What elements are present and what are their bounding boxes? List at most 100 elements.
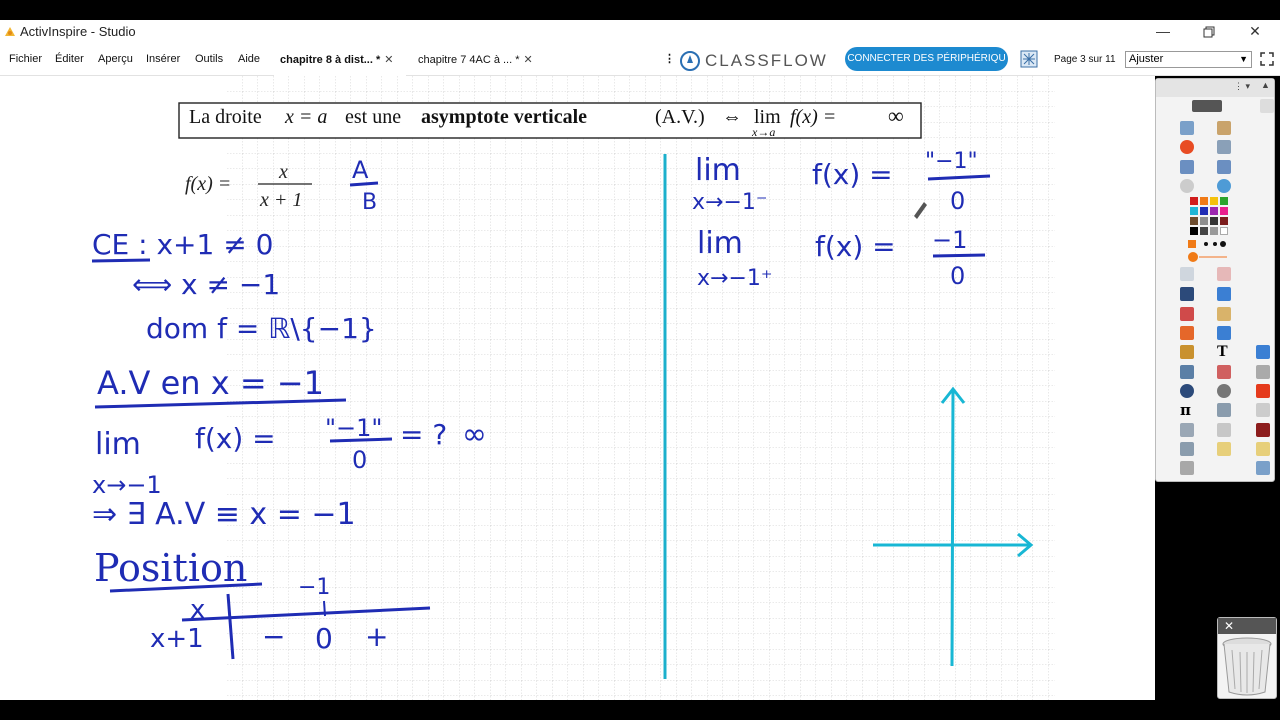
ruler-icon[interactable] [1217, 423, 1231, 437]
color-swatch[interactable] [1190, 207, 1198, 215]
color-swatch[interactable] [1200, 217, 1208, 225]
edit-icon[interactable] [1256, 442, 1270, 456]
def-iff: ⇔ [722, 106, 742, 128]
toolbox-scroll-up-icon[interactable]: ▲ [1261, 80, 1270, 90]
color-swatch[interactable] [1220, 197, 1228, 205]
width-slider-track[interactable] [1199, 256, 1227, 258]
func-num: x [278, 161, 288, 183]
calculator-icon[interactable] [1180, 461, 1194, 475]
flipchart-canvas[interactable]: La droite x = a est une asymptote vertic… [0, 76, 1155, 700]
delete-icon[interactable] [1256, 384, 1270, 398]
flipchart-icon[interactable] [1217, 140, 1231, 154]
hw-tbl-plus: + [365, 620, 388, 653]
toolbox-menu-icon[interactable]: ⋮ ▾ [1234, 81, 1250, 92]
text-box-icon[interactable] [1180, 345, 1194, 359]
pen-width-medium[interactable] [1213, 242, 1217, 246]
color-swatch[interactable] [1220, 217, 1228, 225]
color-swatch[interactable] [1190, 227, 1198, 235]
color-swatch[interactable] [1210, 197, 1218, 205]
color-swatch[interactable] [1190, 217, 1198, 225]
record-icon[interactable] [1180, 140, 1194, 154]
notepad-icon[interactable] [1217, 442, 1231, 456]
camera-icon[interactable] [1180, 423, 1194, 437]
connector-icon[interactable] [1217, 326, 1231, 340]
side-tool-clipboard-icon[interactable] [1256, 345, 1270, 359]
hw-right-sub2: x→−1⁺ [697, 266, 773, 291]
pen-width-swatch[interactable] [1188, 240, 1196, 248]
clock-icon[interactable] [1180, 179, 1194, 193]
tab-chapitre-7[interactable]: chapitre 7 4AC à ... * ✕ [412, 49, 542, 76]
trash-close-icon[interactable]: ✕ [1218, 618, 1276, 634]
side-tool-file-icon[interactable] [1256, 403, 1270, 417]
trash-bin-icon[interactable] [1218, 634, 1276, 698]
close-icon[interactable]: ✕ [1232, 20, 1278, 44]
fullscreen-icon[interactable] [1260, 52, 1274, 66]
select-cursor-icon[interactable] [1180, 267, 1194, 281]
trash-panel[interactable]: ✕ [1217, 617, 1277, 699]
grid-settings-icon[interactable] [1020, 50, 1038, 68]
magic-ink-icon[interactable] [1217, 267, 1231, 281]
zoom-select[interactable]: Ajuster ▼ [1125, 51, 1252, 68]
save-icon[interactable] [1256, 423, 1270, 437]
page-indicator: Page 3 sur 11 [1054, 54, 1116, 65]
hw-tbl-minus: − [262, 620, 285, 653]
menu-outils[interactable]: Outils [195, 53, 223, 65]
color-swatch[interactable] [1190, 197, 1198, 205]
tab-chapitre-8[interactable]: chapitre 8 à dist... * ✕ [274, 49, 406, 76]
compass-icon[interactable] [1180, 442, 1194, 456]
hw-sub: x→−1 [92, 471, 162, 499]
menu-apercu[interactable]: Aperçu [98, 53, 133, 65]
redo-icon[interactable] [1217, 384, 1231, 398]
menu-editer[interactable]: Éditer [55, 53, 84, 65]
color-swatch[interactable] [1200, 197, 1208, 205]
tab-close-icon[interactable]: ✕ [384, 54, 393, 66]
menu-fichier[interactable]: Fichier [9, 53, 42, 65]
reveal-icon[interactable] [1180, 365, 1194, 379]
tab-close-icon[interactable]: ✕ [524, 54, 533, 66]
pen-width-large[interactable] [1220, 241, 1226, 247]
def-rhs: f(x) = [790, 106, 836, 128]
pen-icon[interactable] [1180, 287, 1194, 301]
color-swatch[interactable] [1220, 207, 1228, 215]
hw-inf: ∞ [462, 417, 487, 452]
color-swatch[interactable] [1200, 227, 1208, 235]
color-swatch[interactable] [1210, 207, 1218, 215]
grid-tool-icon[interactable] [1217, 403, 1231, 417]
hw-right-num2: −1 [932, 226, 967, 254]
menu-aide[interactable]: Aide [238, 53, 260, 65]
shape-icon[interactable] [1180, 326, 1194, 340]
width-slider-handle[interactable] [1188, 252, 1198, 262]
side-tool-page-icon[interactable] [1256, 365, 1270, 379]
menu-inserer[interactable]: Insérer [146, 53, 180, 65]
color-swatch[interactable] [1210, 217, 1218, 225]
toolbox-dock-button[interactable] [1192, 100, 1222, 112]
prev-page-icon[interactable] [1180, 160, 1194, 174]
next-page-icon[interactable] [1217, 160, 1231, 174]
color-swatch[interactable] [1220, 227, 1228, 235]
hw-fx: f(x) = [195, 422, 276, 455]
hw-b: B [362, 190, 377, 215]
eraser-icon[interactable] [1180, 307, 1194, 321]
restore-icon[interactable] [1186, 20, 1232, 44]
undo-icon[interactable] [1180, 384, 1194, 398]
fill-icon[interactable] [1217, 307, 1231, 321]
color-swatch[interactable] [1200, 207, 1208, 215]
pen-width-small[interactable] [1204, 242, 1208, 246]
connect-devices-button[interactable]: CONNECTER DES PÉRIPHÉRIQU [845, 47, 1008, 71]
color-swatch[interactable] [1210, 227, 1218, 235]
letterbox-bottom [0, 700, 1280, 720]
def-text-1: La droite [189, 106, 262, 128]
hw-right-fx2: f(x) = [815, 230, 896, 263]
flipchart-drawing: La droite x = a est une asymptote vertic… [91, 76, 1055, 700]
zoom-icon[interactable] [1256, 461, 1270, 475]
browser-icon[interactable] [1217, 121, 1231, 135]
main-menu-icon[interactable] [1180, 121, 1194, 135]
spotlight-icon[interactable] [1217, 365, 1231, 379]
overflow-menu-icon[interactable]: ⋮ [664, 52, 675, 65]
text-tool-icon[interactable]: T [1217, 344, 1231, 360]
minimize-icon[interactable]: — [1140, 20, 1186, 44]
math-tools-icon[interactable]: π [1180, 403, 1194, 418]
globe-icon[interactable] [1217, 179, 1231, 193]
highlighter-icon[interactable] [1217, 287, 1231, 301]
toolbox-pin-icon[interactable] [1260, 99, 1274, 113]
